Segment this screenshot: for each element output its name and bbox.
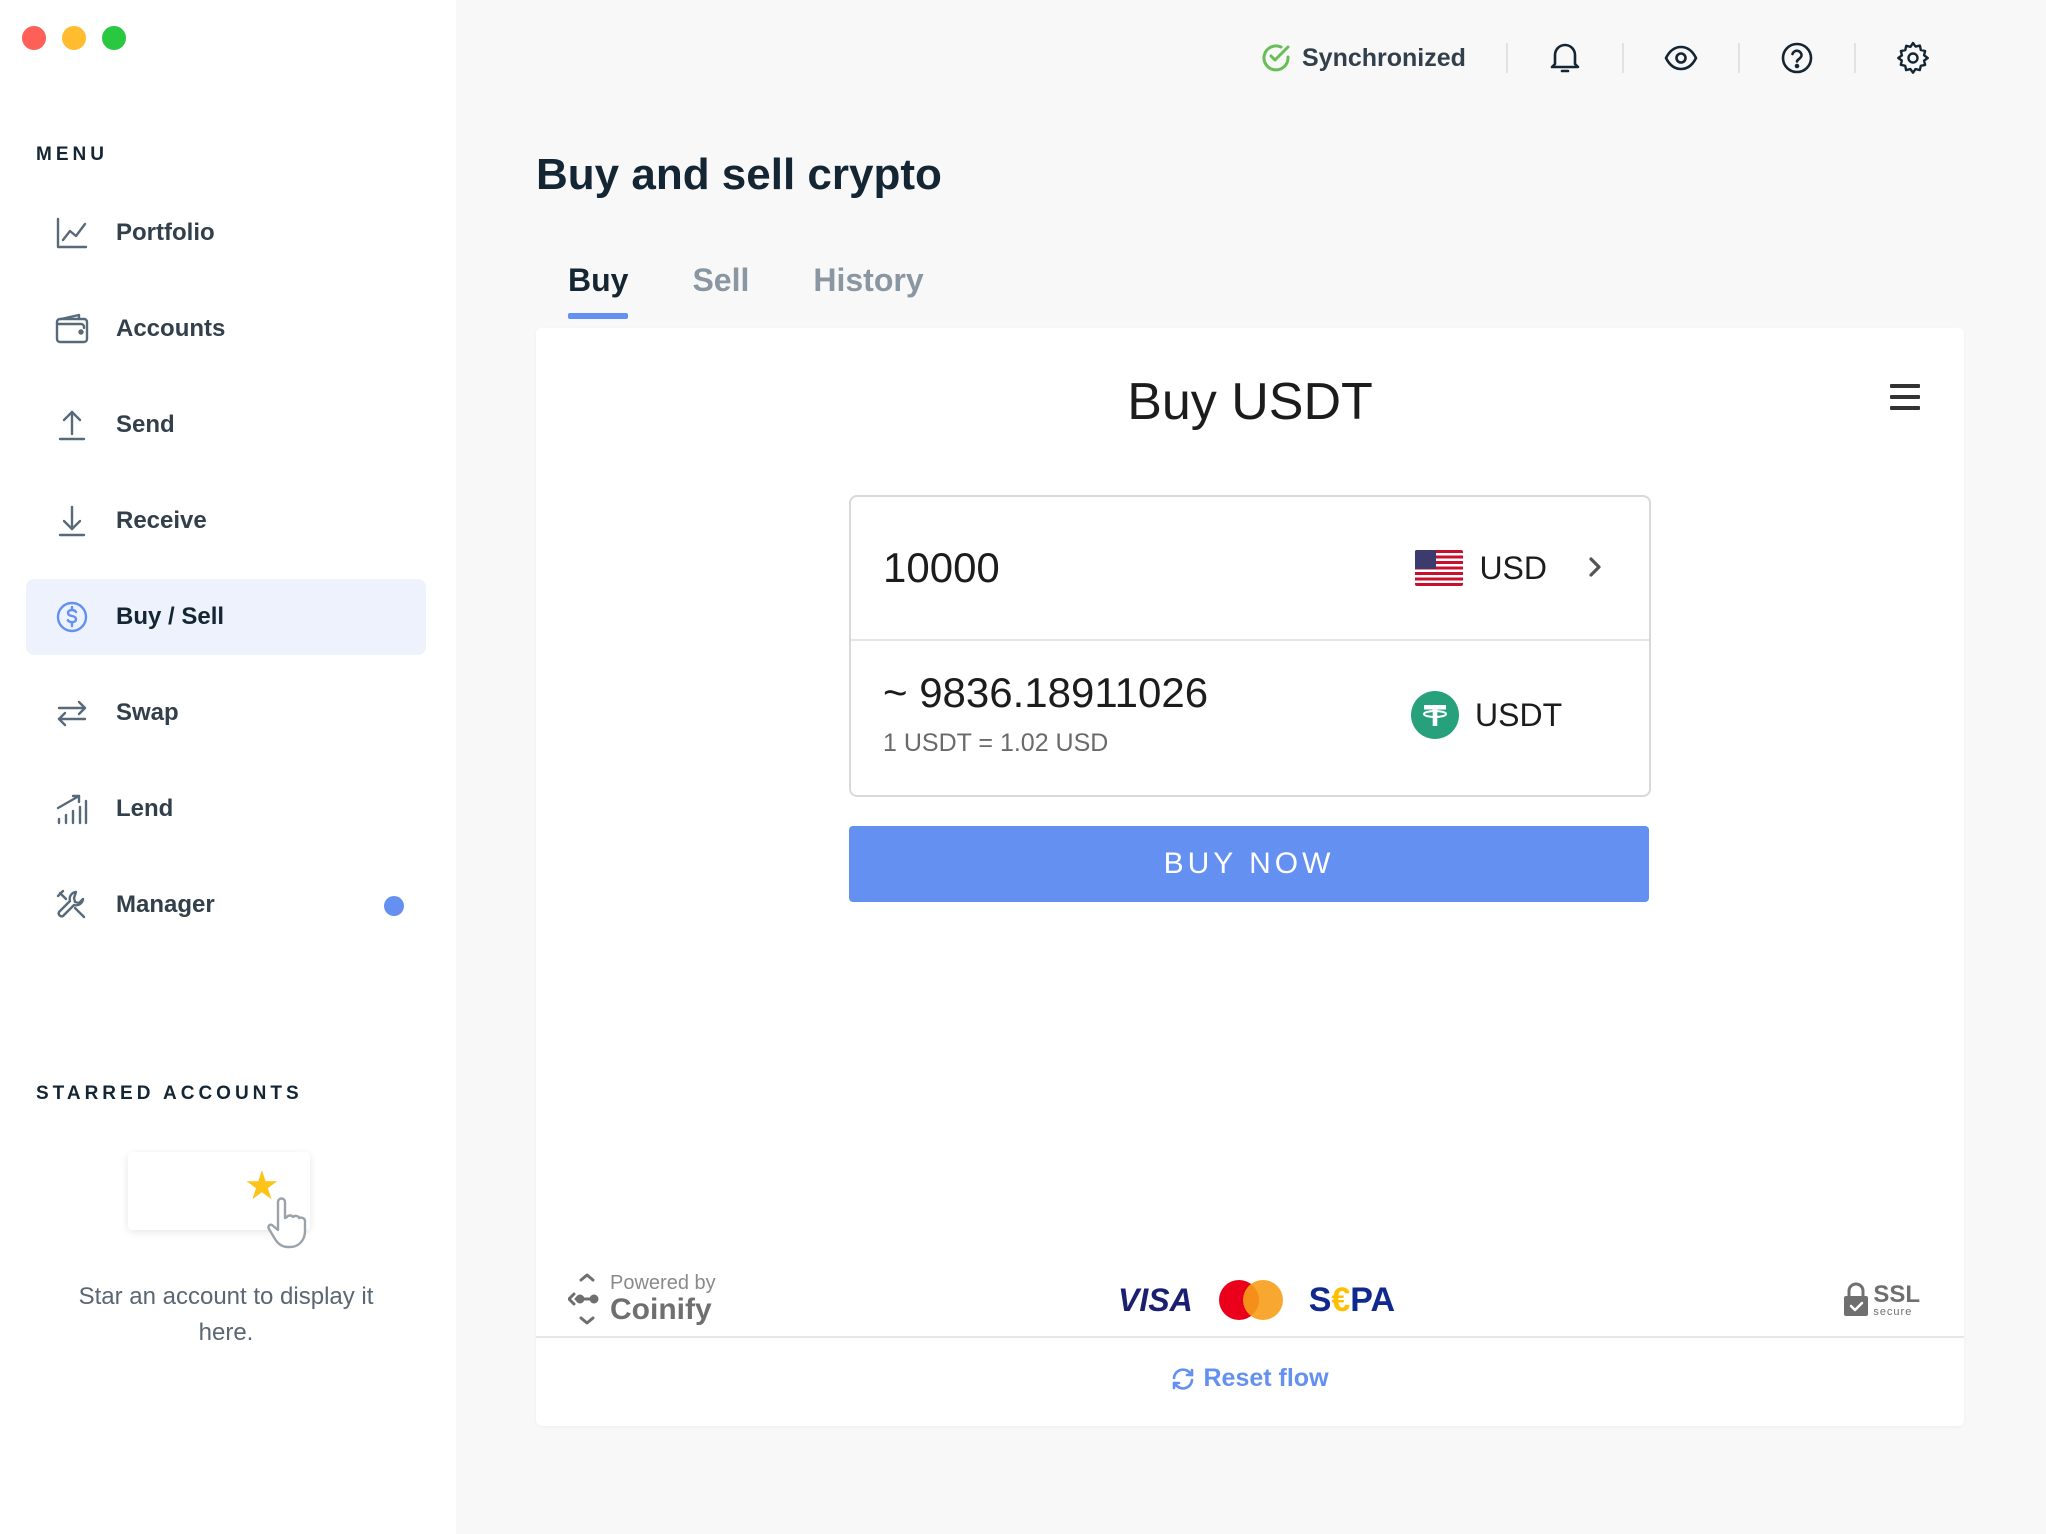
pay-currency-selector[interactable]: USD [1415, 550, 1547, 587]
sepa-logo: S€PA [1308, 1280, 1396, 1319]
sidebar-item-label: Accounts [116, 315, 226, 342]
tools-icon [54, 887, 90, 923]
swap-arrows-icon [54, 695, 90, 731]
chart-line-icon [54, 215, 90, 251]
sync-status-label: Synchronized [1302, 43, 1466, 72]
topbar-divider [1621, 43, 1624, 73]
menu-heading: MENU [36, 144, 108, 165]
widget-title: Buy USDT [1127, 373, 1373, 431]
pay-currency-label: USD [1479, 549, 1547, 586]
receive-currency: USDT [1411, 691, 1562, 739]
minimize-window-button[interactable] [62, 26, 86, 50]
sidebar-item-label: Swap [116, 699, 179, 726]
tab-history[interactable]: History [813, 262, 923, 319]
topbar-divider [1853, 43, 1856, 73]
receive-currency-label: USDT [1475, 696, 1563, 733]
buy-now-button[interactable]: BUY NOW [849, 826, 1649, 902]
footer-divider [536, 1336, 1964, 1338]
sidebar-item-buy-sell[interactable]: Buy / Sell [26, 579, 426, 655]
check-circle-icon [1262, 44, 1290, 72]
tab-sell[interactable]: Sell [692, 262, 749, 319]
powered-by-coinify[interactable]: Powered by Coinify [568, 1272, 716, 1326]
help-icon[interactable] [1780, 41, 1814, 75]
sidebar-item-label: Portfolio [116, 219, 215, 246]
chevron-right-icon[interactable] [1585, 553, 1605, 581]
sidebar-item-manager[interactable]: Manager [26, 867, 426, 943]
bars-growth-icon [54, 791, 90, 827]
sidebar-item-label: Lend [116, 795, 174, 822]
receive-row: ~ 9836.18911026 1 USDT = 1.02 USD USDT [851, 641, 1649, 795]
sidebar-item-swap[interactable]: Swap [26, 675, 426, 751]
lock-icon [1844, 1282, 1869, 1316]
pay-row: 10000 USD [851, 497, 1649, 641]
mastercard-logo-icon [1218, 1280, 1283, 1320]
exchange-box: 10000 USD ~ 9836.18911026 1 USDT = 1.02 … [849, 495, 1651, 797]
settings-icon[interactable] [1896, 41, 1930, 75]
receive-amount: ~ 9836.18911026 [883, 669, 1209, 716]
sync-status[interactable]: Synchronized [1260, 42, 1466, 74]
reset-flow-button[interactable]: Reset flow [536, 1364, 1964, 1393]
arrow-up-icon [54, 407, 90, 443]
visa-logo: VISA [1118, 1281, 1193, 1318]
sidebar-item-label: Manager [116, 891, 215, 918]
sidebar-item-accounts[interactable]: Accounts [26, 291, 426, 367]
tab-buy[interactable]: Buy [568, 262, 629, 319]
topbar: Synchronized [1260, 38, 1930, 78]
sidebar-item-send[interactable]: Send [26, 387, 426, 463]
powered-by-label: Powered by [610, 1272, 716, 1294]
tab-bar: Buy Sell History [568, 262, 988, 319]
sidebar-nav: Portfolio Accounts Send Receive Buy / Se… [26, 195, 426, 963]
buy-widget-card: Buy USDT 10000 USD ~ 9836.18911026 1 USD… [536, 328, 1964, 1426]
sidebar-item-lend[interactable]: Lend [26, 771, 426, 847]
dollar-circle-icon [54, 599, 90, 635]
ssl-label: SSL [1873, 1280, 1920, 1308]
topbar-divider [1737, 43, 1740, 73]
sidebar-item-receive[interactable]: Receive [26, 483, 426, 559]
notification-dot [384, 896, 404, 916]
refresh-icon [1173, 1367, 1194, 1390]
zoom-window-button[interactable] [102, 26, 126, 50]
pay-amount-input[interactable]: 10000 [883, 544, 1415, 592]
sidebar-item-label: Receive [116, 507, 207, 534]
sidebar-item-portfolio[interactable]: Portfolio [26, 195, 426, 271]
wallet-icon [54, 311, 90, 347]
payment-methods: VISA S€PA [1118, 1280, 1395, 1320]
sidebar-item-label: Send [116, 411, 175, 438]
sidebar: MENU Portfolio Accounts Send Receive Buy… [0, 0, 456, 1534]
starred-empty-text: Star an account to display it here. [78, 1283, 374, 1346]
arrow-down-icon [54, 503, 90, 539]
topbar-divider [1505, 43, 1508, 73]
reset-flow-label: Reset flow [1203, 1364, 1329, 1392]
bell-icon[interactable] [1548, 41, 1582, 75]
ssl-secure-label: secure [1873, 1305, 1913, 1318]
close-window-button[interactable] [22, 26, 46, 50]
window-controls [22, 26, 126, 50]
eye-icon[interactable] [1664, 41, 1698, 75]
us-flag-icon [1415, 550, 1464, 586]
footer-logos: Powered by Coinify VISA S€PA SSL secure [536, 1266, 1964, 1336]
tether-icon [1411, 691, 1459, 739]
pointer-hand-icon [267, 1197, 307, 1249]
exchange-rate: 1 USDT = 1.02 USD [883, 729, 1109, 757]
ssl-secure-badge: SSL secure [1843, 1282, 1920, 1318]
sidebar-item-label: Buy / Sell [116, 603, 225, 630]
starred-accounts-heading: STARRED ACCOUNTS [36, 1083, 303, 1104]
hamburger-menu-icon[interactable] [1890, 384, 1920, 410]
coinify-logo-icon [568, 1273, 599, 1325]
coinify-brand: Coinify [610, 1293, 712, 1326]
page-title: Buy and sell crypto [536, 150, 942, 199]
